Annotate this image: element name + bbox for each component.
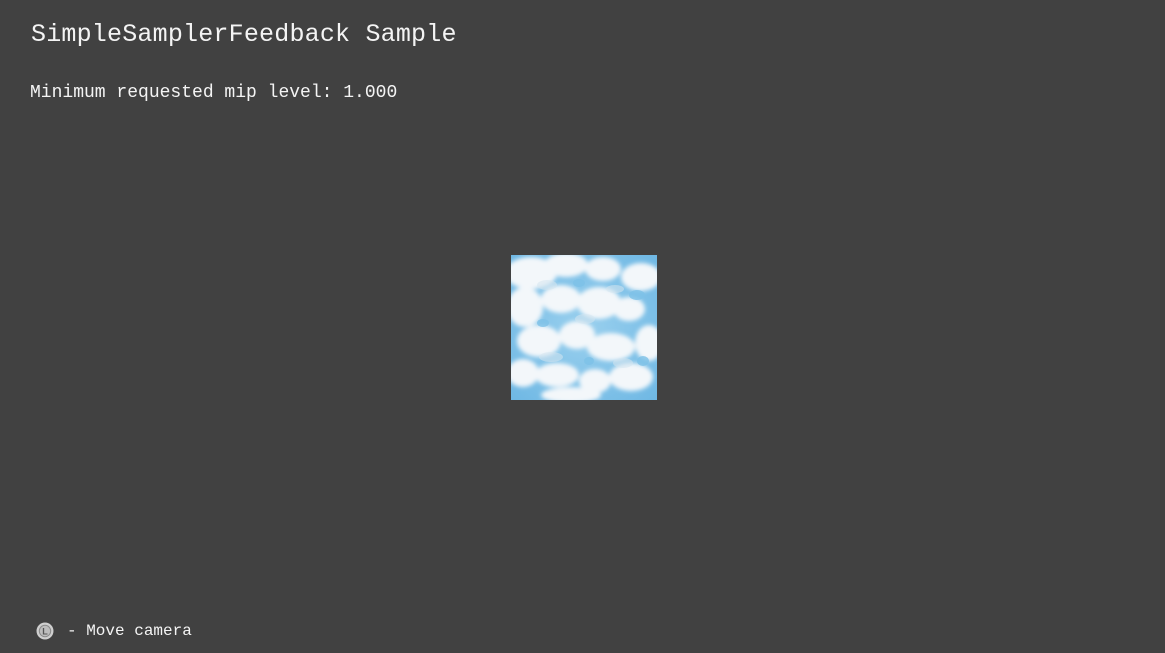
app-title: SimpleSamplerFeedback Sample <box>31 20 457 49</box>
cloud-texture-image <box>511 255 657 400</box>
mip-level-readout: Minimum requested mip level: 1.000 <box>30 83 398 103</box>
sampled-texture-quad <box>511 255 657 400</box>
svg-text:L: L <box>42 627 48 637</box>
move-camera-label: - Move camera <box>67 622 192 640</box>
controls-legend: L - Move camera <box>36 620 192 642</box>
render-viewport[interactable]: SimpleSamplerFeedback Sample Minimum req… <box>0 0 1165 653</box>
left-stick-icon: L <box>36 622 54 640</box>
